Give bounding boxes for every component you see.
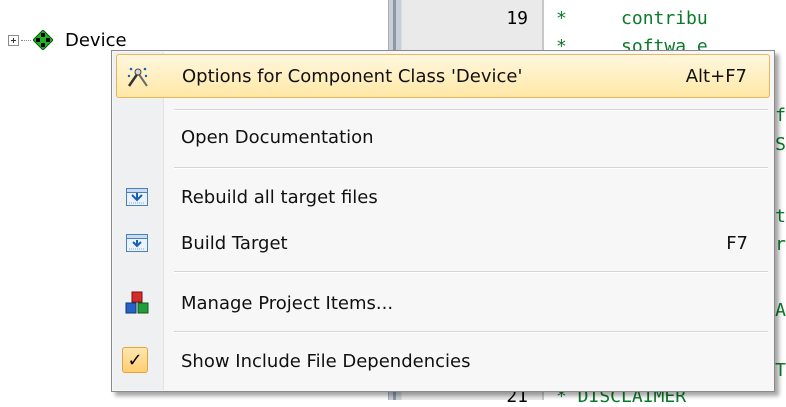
code-fragment: t [775,206,786,227]
code-fragment: f [775,105,786,126]
code-fragment: T [775,360,786,381]
menu-item-label: Build Target [181,232,288,254]
menu-item-shortcut: F7 [726,232,748,254]
tree-item-label: Device [65,29,127,51]
menu-separator [174,331,768,333]
menu-item-label: Show Include File Dependencies [181,350,471,372]
rebuild-icon [125,185,149,209]
menu-item-label: Manage Project Items... [181,292,394,314]
menu-item-rebuild-all-target-files[interactable]: Rebuild all target files [116,175,770,219]
menu-item-open-documentation[interactable]: Open Documentation [116,115,770,159]
menu-item-label: Rebuild all target files [181,186,378,208]
code-fragment: r [775,234,786,255]
build-icon [125,231,149,255]
menu-item-label: Open Documentation [181,126,374,148]
tree-item-device[interactable]: Device [8,22,127,58]
wand-tools-icon [126,65,150,89]
checkmark-icon: ✓ [122,347,148,373]
menu-item-options-component-class[interactable]: Options for Component Class 'Device' Alt… [116,54,770,98]
menu-separator [174,271,768,273]
green-diamond-icon [32,29,54,51]
context-menu: Options for Component Class 'Device' Alt… [111,50,775,392]
tree-connector [21,39,31,41]
code-fragment: A [775,300,786,321]
project-items-icon [125,291,149,315]
code-line: * contribu [556,8,708,29]
menu-item-manage-project-items[interactable]: Manage Project Items... [116,281,770,325]
menu-item-shortcut: Alt+F7 [685,65,747,87]
menu-item-label: Options for Component Class 'Device' [182,65,523,87]
menu-item-build-target[interactable]: Build Target F7 [116,221,770,265]
menu-separator [174,167,768,169]
line-number: 19 [506,8,528,29]
code-fragment: S [775,134,786,155]
menu-item-show-include-file-dependencies[interactable]: ✓ Show Include File Dependencies [116,339,770,383]
menu-separator [174,109,768,111]
plus-expander-icon[interactable] [8,34,19,46]
